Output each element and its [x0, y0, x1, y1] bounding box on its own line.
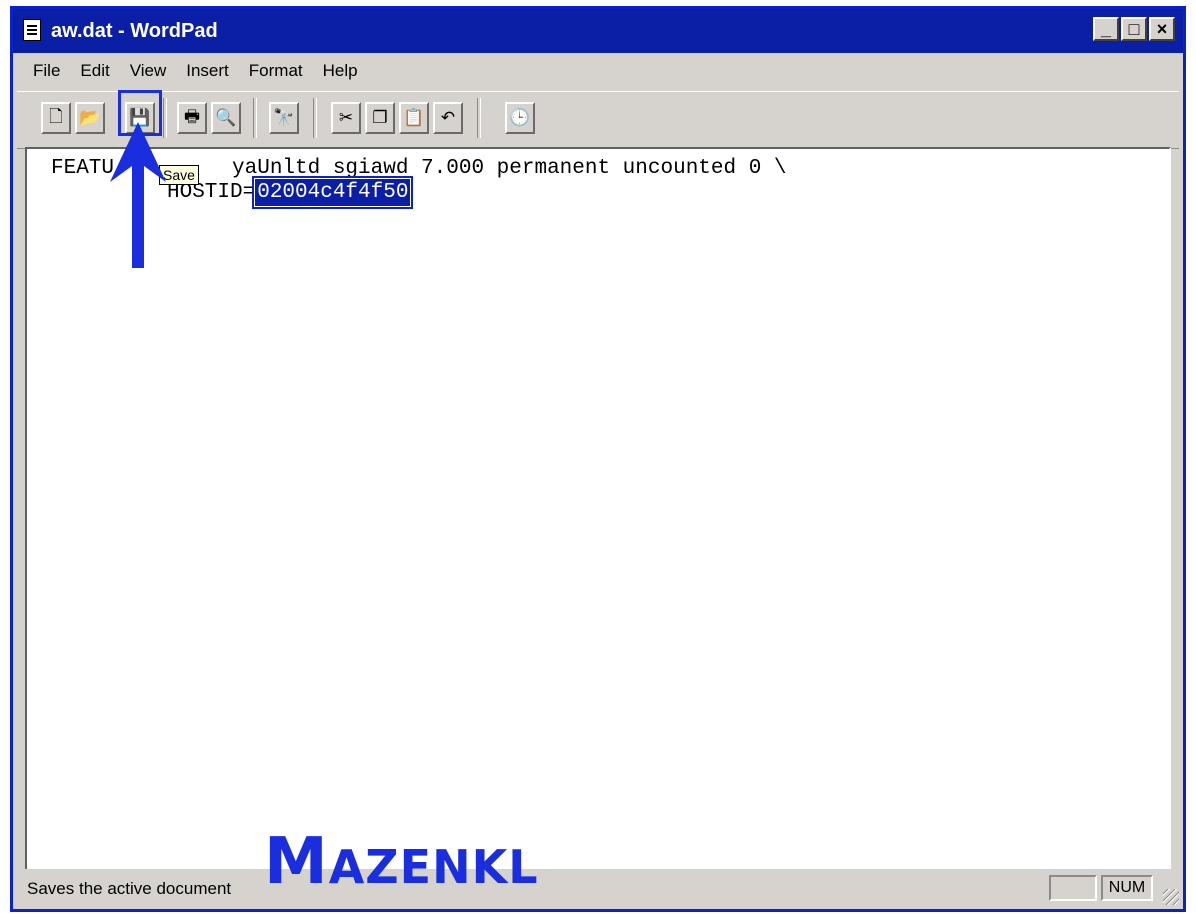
- minimize-button[interactable]: _: [1093, 17, 1119, 41]
- print-preview-icon: 🔍: [215, 108, 237, 127]
- undo-icon: ↶: [440, 108, 456, 127]
- open-icon: 📂: [79, 108, 101, 127]
- date-time-button[interactable]: 🕒: [505, 102, 535, 134]
- maximize-button[interactable]: □: [1121, 17, 1147, 41]
- wordpad-window: aw.dat - WordPad _ □ × File Edit View In…: [10, 6, 1186, 912]
- undo-button[interactable]: ↶: [433, 102, 463, 134]
- date-time-icon: 🕒: [509, 108, 531, 127]
- document-editor[interactable]: FEATU yaUnltd sgiawd 7.000 permanent unco…: [25, 147, 1171, 873]
- paste-icon: 📋: [403, 108, 425, 127]
- document-line-2: HOSTID=02004c4f4f50: [167, 176, 414, 209]
- toolbar: 🗋 📂 💾 🖶 🔍 🔭 ✂ ❐ 📋 ↶ 🕒: [17, 91, 1179, 149]
- copy-icon: ❐: [372, 108, 388, 127]
- watermark-m: M: [264, 825, 329, 899]
- menu-file[interactable]: File: [23, 61, 70, 81]
- wordpad-app-icon[interactable]: [23, 19, 41, 41]
- pointer-arrow-icon: [110, 122, 166, 268]
- menu-view[interactable]: View: [120, 61, 177, 81]
- status-text: Saves the active document: [27, 879, 232, 898]
- open-button[interactable]: 📂: [75, 102, 105, 134]
- print-preview-button[interactable]: 🔍: [211, 102, 241, 134]
- menu-edit[interactable]: Edit: [70, 61, 119, 81]
- find-button[interactable]: 🔭: [269, 102, 299, 134]
- copy-button[interactable]: ❐: [365, 102, 395, 134]
- line1-prefix: FEATU: [51, 157, 115, 180]
- cut-button[interactable]: ✂: [331, 102, 361, 134]
- watermark-logo: MAZENKL: [264, 830, 539, 899]
- num-lock-indicator: NUM: [1101, 875, 1153, 901]
- caption-buttons: _ □ ×: [1093, 17, 1175, 41]
- toolbar-separator: [477, 98, 481, 138]
- print-button[interactable]: 🖶: [177, 102, 207, 134]
- find-icon: 🔭: [273, 108, 295, 127]
- close-button[interactable]: ×: [1149, 17, 1175, 41]
- status-bar: Saves the active document NUM: [13, 869, 1183, 909]
- title-bar[interactable]: aw.dat - WordPad _ □ ×: [13, 9, 1183, 53]
- status-panel-empty: [1049, 875, 1097, 901]
- menu-format[interactable]: Format: [239, 61, 313, 81]
- new-icon: 🗋: [49, 106, 63, 126]
- print-icon: 🖶: [183, 106, 201, 126]
- line1-rest: yaUnltd sgiawd 7.000 permanent uncounted…: [232, 157, 787, 180]
- watermark-rest: AZENKL: [328, 840, 539, 894]
- selected-hostid[interactable]: 02004c4f4f50: [252, 176, 414, 209]
- paste-button[interactable]: 📋: [399, 102, 429, 134]
- toolbar-separator: [253, 98, 257, 138]
- menu-insert[interactable]: Insert: [176, 61, 239, 81]
- cut-icon: ✂: [338, 108, 354, 127]
- menu-help[interactable]: Help: [313, 61, 368, 81]
- menu-bar: File Edit View Insert Format Help: [13, 53, 1183, 89]
- resize-grip-icon[interactable]: [1163, 889, 1179, 905]
- new-button[interactable]: 🗋: [41, 102, 71, 134]
- toolbar-separator: [313, 98, 317, 138]
- window-title: aw.dat - WordPad: [51, 20, 218, 42]
